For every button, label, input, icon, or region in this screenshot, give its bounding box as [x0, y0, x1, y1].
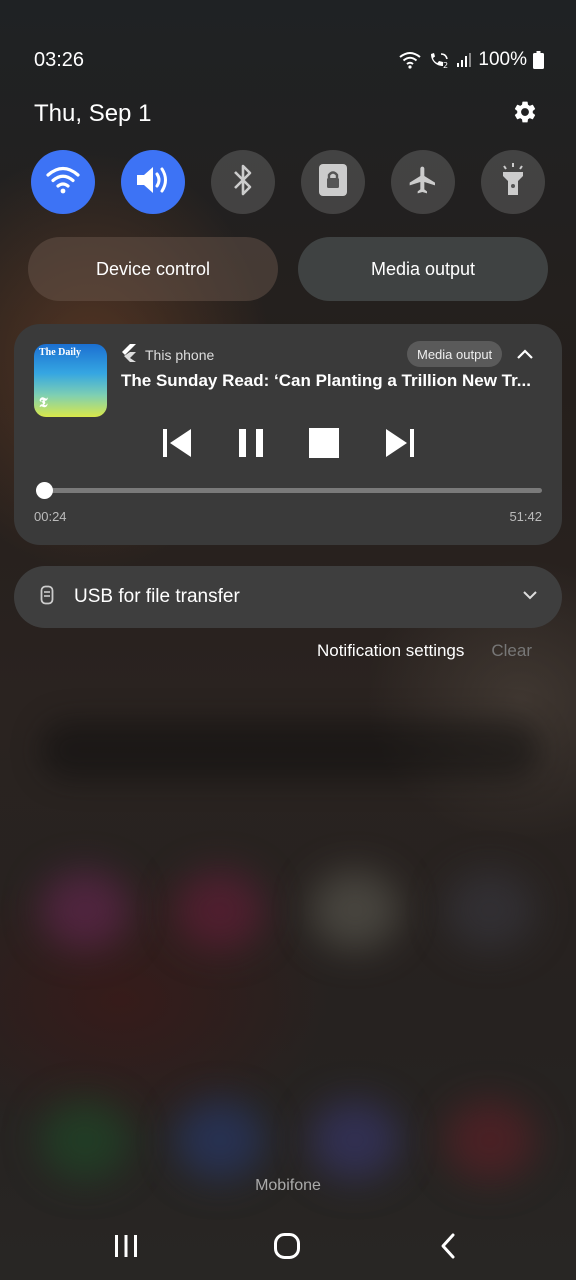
status-bar: 03:26 2 100% — [34, 46, 544, 74]
track-title: The Sunday Read: ‘Can Planting a Trillio… — [121, 371, 531, 390]
bluetooth-icon — [232, 163, 254, 202]
seek-thumb[interactable] — [36, 482, 54, 499]
media-source: This phone — [121, 344, 214, 365]
blurred-app-icon — [40, 1100, 130, 1180]
skip-previous-icon[interactable] — [161, 427, 193, 464]
elapsed-time: 00:24 — [34, 509, 67, 524]
notification-actions: Notification settings Clear — [317, 641, 532, 661]
lock-screen-icon — [318, 163, 348, 202]
airplane-mode-toggle[interactable] — [391, 150, 455, 214]
home-button[interactable] — [257, 1224, 317, 1272]
battery-icon — [533, 51, 544, 69]
wifi-icon — [46, 166, 80, 199]
usb-notification[interactable]: USB for file transfer — [14, 566, 562, 628]
battery-percent: 100% — [478, 49, 527, 70]
wifi-toggle[interactable] — [31, 150, 95, 214]
shortcut-pills: Device control Media output — [28, 237, 548, 301]
bluetooth-toggle[interactable] — [211, 150, 275, 214]
blurred-search-bar — [40, 720, 540, 780]
blurred-app-icon — [445, 1100, 535, 1180]
device-control-button[interactable]: Device control — [28, 237, 278, 301]
wifi-signal-icon — [398, 51, 422, 69]
stop-icon[interactable] — [308, 427, 340, 464]
recent-apps-button[interactable] — [96, 1224, 156, 1272]
blurred-app-icon — [310, 1100, 400, 1180]
media-player-card[interactable]: The Daily 𝕿 This phone Media output The … — [14, 324, 562, 545]
wifi-calling-icon: 2 — [428, 51, 450, 69]
carrier-label: Mobifone — [255, 1177, 321, 1194]
status-time: 03:26 — [34, 48, 85, 71]
pause-icon[interactable] — [237, 427, 265, 464]
flashlight-icon — [498, 162, 528, 202]
flashlight-toggle[interactable] — [481, 150, 545, 214]
sound-toggle[interactable] — [121, 150, 185, 214]
media-output-chip[interactable]: Media output — [407, 341, 503, 367]
flutter-app-icon — [121, 344, 137, 365]
back-button[interactable] — [418, 1224, 478, 1272]
header-row: Thu, Sep 1 — [34, 96, 538, 132]
chevron-up-icon[interactable] — [514, 344, 536, 369]
skip-next-icon[interactable] — [384, 427, 416, 464]
navigation-bar — [0, 1224, 576, 1272]
status-icons: 2 100% — [398, 49, 544, 71]
airplane-icon — [407, 164, 439, 201]
blurred-app-icon — [40, 870, 130, 950]
artwork-title: The Daily — [39, 347, 81, 358]
chevron-down-icon[interactable] — [520, 585, 540, 610]
blurred-app-icon — [175, 870, 265, 950]
lock-screen-toggle[interactable] — [301, 150, 365, 214]
back-icon — [438, 1232, 458, 1265]
sound-icon — [135, 165, 171, 200]
svg-text:2: 2 — [443, 61, 448, 69]
usb-label: USB for file transfer — [74, 586, 240, 607]
total-duration: 51:42 — [509, 509, 542, 524]
blurred-app-icon — [445, 870, 535, 950]
playback-controls — [161, 427, 416, 464]
media-output-button[interactable]: Media output — [298, 237, 548, 301]
notification-settings-link[interactable]: Notification settings — [317, 641, 464, 661]
settings-gear-icon[interactable] — [512, 99, 538, 130]
cell-signal-icon — [456, 52, 472, 68]
quick-settings-row — [31, 150, 545, 214]
media-source-label: This phone — [145, 346, 215, 363]
home-icon — [273, 1232, 301, 1265]
podcast-artwork: The Daily 𝕿 — [34, 344, 107, 417]
blurred-app-icon — [175, 1100, 265, 1180]
seek-bar[interactable] — [36, 482, 542, 499]
clear-button[interactable]: Clear — [491, 641, 532, 661]
usb-icon — [40, 585, 54, 610]
date-label: Thu, Sep 1 — [34, 100, 152, 127]
blurred-app-icon — [310, 870, 400, 950]
artwork-logo: 𝕿 — [39, 396, 48, 411]
recent-apps-icon — [113, 1234, 139, 1263]
